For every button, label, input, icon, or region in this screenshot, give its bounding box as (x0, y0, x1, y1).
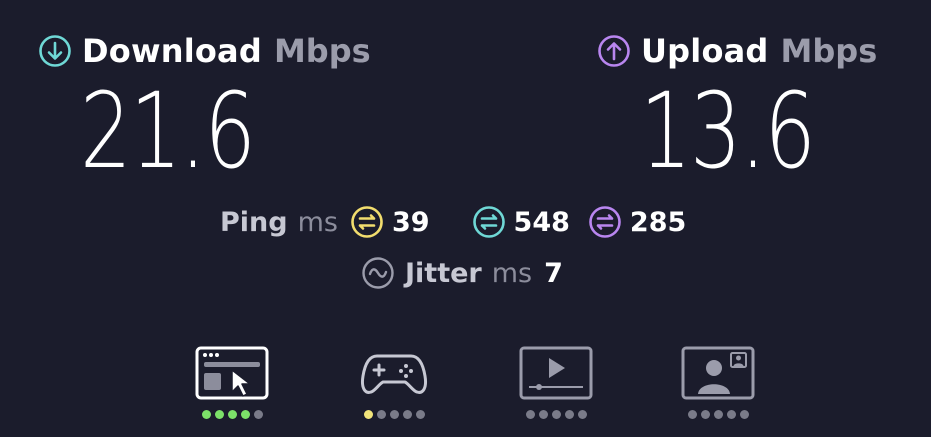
ping-download-icon (472, 205, 506, 239)
jitter-value: 7 (544, 257, 563, 289)
rating-dot (402, 410, 412, 419)
rating-dot (363, 410, 373, 419)
rating-dot (253, 410, 263, 419)
rating-dot (551, 410, 561, 419)
ping-upload: 285 (588, 205, 686, 239)
rating-dot (739, 410, 749, 419)
rating-dot (240, 410, 250, 419)
usecase-gaming[interactable] (354, 346, 434, 419)
video-chat-icon (681, 346, 755, 400)
ping-label: Ping (220, 206, 288, 238)
rating-dot (214, 410, 224, 419)
rating-dot (415, 410, 425, 419)
web-browsing-icon (195, 346, 269, 400)
arrow-up-circle-icon (597, 34, 631, 68)
video-streaming-icon (519, 346, 593, 400)
jitter-row: Jitter ms 7 (361, 251, 563, 295)
upload-title: Upload (641, 32, 769, 70)
video-chat-rating (687, 410, 749, 419)
rating-dot (201, 410, 211, 419)
download-title: Download (82, 32, 262, 70)
usecase-web-browsing[interactable] (192, 346, 272, 419)
upload-unit: Mbps (780, 32, 878, 70)
rating-dot (700, 410, 710, 419)
ping-idle-value: 39 (391, 206, 430, 238)
rating-dot (687, 410, 697, 419)
ping-row: Ping ms 39 548 285 (220, 200, 686, 244)
rating-dot (726, 410, 736, 419)
rating-dot (376, 410, 386, 419)
upload-header: Upload Mbps (597, 28, 877, 74)
rating-dot (713, 410, 723, 419)
jitter-icon (361, 256, 395, 290)
web-browsing-rating (201, 410, 263, 419)
video-streaming-rating (525, 410, 587, 419)
rating-dot (564, 410, 574, 419)
ping-upload-value: 285 (629, 206, 687, 238)
upload-value: 13.6 (640, 70, 816, 192)
jitter-label: Jitter (405, 257, 482, 289)
ping-unit: ms (297, 206, 338, 238)
rating-dot (227, 410, 237, 419)
rating-dot (389, 410, 399, 419)
gaming-rating (363, 410, 425, 419)
download-value: 21.6 (80, 70, 256, 192)
ping-idle-icon (350, 205, 384, 239)
ping-idle: 39 (350, 205, 430, 239)
rating-dot (538, 410, 548, 419)
gaming-controller-icon (357, 346, 431, 400)
download-header: Download Mbps (38, 28, 371, 74)
arrow-down-circle-icon (38, 34, 72, 68)
ping-download: 548 (472, 205, 570, 239)
rating-dot (577, 410, 587, 419)
usecase-video-chat[interactable] (678, 346, 758, 419)
ping-upload-icon (588, 205, 622, 239)
download-unit: Mbps (273, 32, 371, 70)
ping-download-value: 548 (513, 206, 570, 238)
usecase-video-streaming[interactable] (516, 346, 596, 419)
jitter-unit: ms (491, 257, 533, 289)
rating-dot (525, 410, 535, 419)
